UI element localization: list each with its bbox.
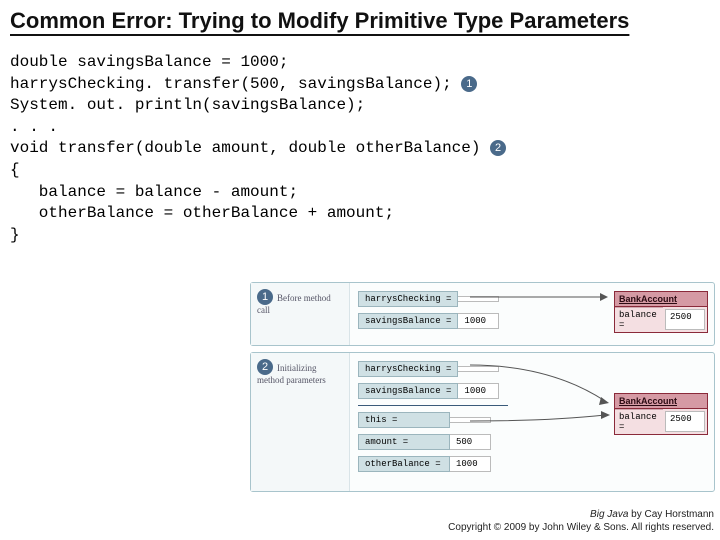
code-line: balance = balance - amount; — [10, 183, 298, 201]
object-value: 2500 — [665, 309, 705, 330]
bullet-1-icon: 1 — [257, 289, 273, 305]
var-row: harrysChecking = — [358, 361, 706, 377]
var-label: harrysChecking = — [358, 291, 458, 307]
code-line: otherBalance = otherBalance + amount; — [10, 204, 394, 222]
diagram-panel-1: 1Before method call harrysChecking = sav… — [250, 282, 715, 346]
var-value: 1000 — [450, 456, 491, 472]
var-row: amount =500 — [358, 434, 706, 450]
object-value: 2500 — [665, 411, 705, 432]
code-line: { — [10, 161, 20, 179]
object-box: BankAccount balance = 2500 — [614, 291, 708, 333]
var-label: amount = — [358, 434, 450, 450]
var-label: harrysChecking = — [358, 361, 458, 377]
var-label: otherBalance = — [358, 456, 450, 472]
object-box: BankAccount balance = 2500 — [614, 393, 708, 435]
object-field: balance = — [615, 409, 663, 434]
object-field: balance = — [615, 307, 663, 332]
var-label: this = — [358, 412, 450, 428]
divider — [358, 405, 508, 406]
diagram-panel-2: 2Initializing method parameters harrysCh… — [250, 352, 715, 492]
code-line: . . . — [10, 118, 58, 136]
var-value: 1000 — [458, 313, 499, 329]
var-value — [458, 366, 499, 372]
code-block: double savingsBalance = 1000; harrysChec… — [0, 38, 720, 246]
bullet-1-icon: 1 — [461, 76, 477, 92]
object-title: BankAccount — [615, 394, 707, 409]
diagram: 1Before method call harrysChecking = sav… — [250, 282, 715, 498]
var-label: savingsBalance = — [358, 383, 458, 399]
var-row: otherBalance =1000 — [358, 456, 706, 472]
footer-copyright: Copyright © 2009 by John Wiley & Sons. A… — [448, 521, 714, 534]
footer-book-title: Big Java — [590, 509, 628, 520]
var-value — [458, 296, 499, 302]
var-value: 1000 — [458, 383, 499, 399]
bullet-2-icon: 2 — [490, 140, 506, 156]
page-title: Common Error: Trying to Modify Primitive… — [10, 8, 629, 33]
var-value: 500 — [450, 434, 491, 450]
object-title: BankAccount — [615, 292, 707, 307]
var-label: savingsBalance = — [358, 313, 458, 329]
footer-author: by Cay Horstmann — [628, 509, 714, 520]
code-line: double savingsBalance = 1000; — [10, 53, 288, 71]
code-line: void transfer(double amount, double othe… — [10, 139, 490, 157]
code-line: System. out. println(savingsBalance); — [10, 96, 365, 114]
var-value — [450, 417, 491, 423]
code-line: } — [10, 226, 20, 244]
footer: Big Java by Cay Horstmann Copyright © 20… — [448, 508, 714, 534]
code-line: harrysChecking. transfer(500, savingsBal… — [10, 75, 461, 93]
bullet-2-icon: 2 — [257, 359, 273, 375]
